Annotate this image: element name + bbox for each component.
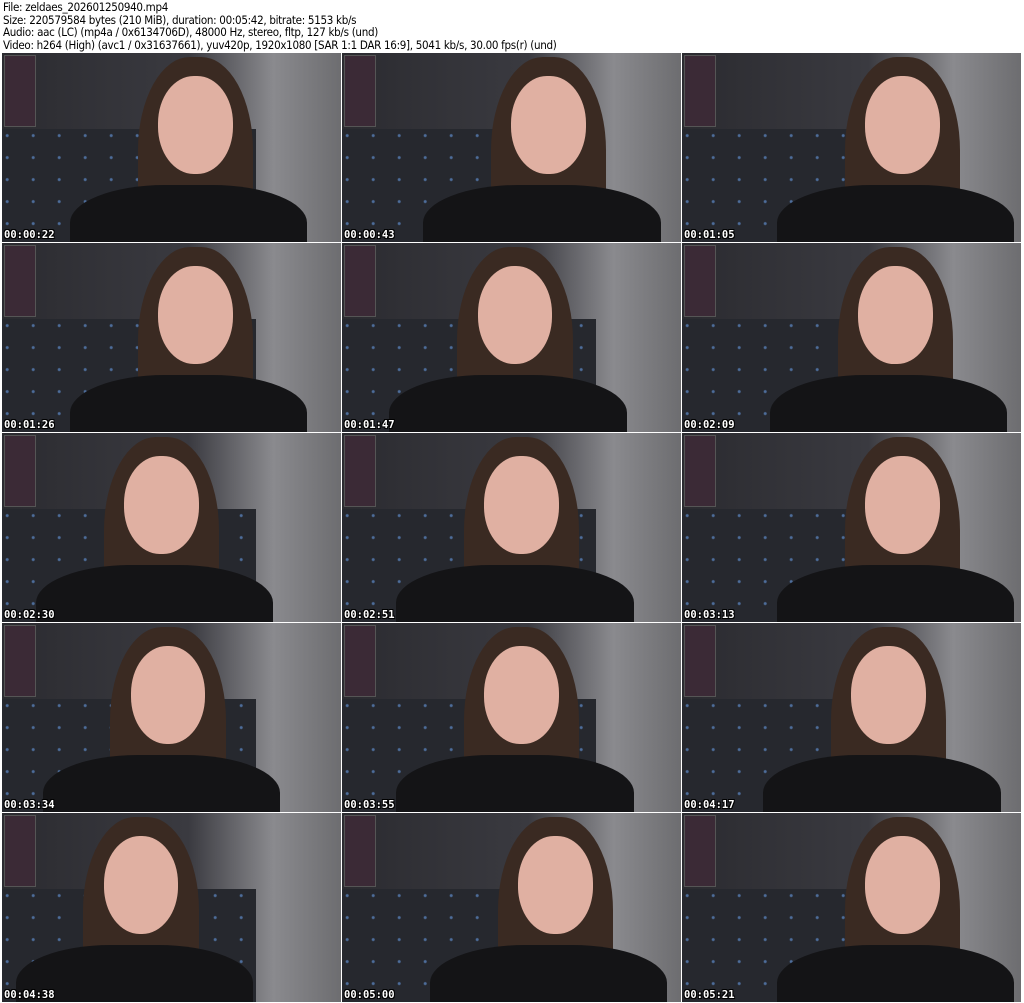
video-thumbnail: 00:03:13 xyxy=(682,433,1021,622)
video-thumbnail: 00:00:22 xyxy=(2,53,341,242)
person-shirt xyxy=(69,375,308,432)
video-thumbnail: 00:03:34 xyxy=(2,623,341,812)
video-thumbnail: 00:05:00 xyxy=(342,813,681,1002)
person-face xyxy=(851,645,927,744)
file-name: File: zeldaes_202601250940.mp4 xyxy=(3,0,169,14)
person-face xyxy=(157,265,233,364)
person-shirt xyxy=(396,755,634,812)
person-shirt xyxy=(396,565,634,622)
person-face xyxy=(518,835,593,934)
overlay-panel xyxy=(344,245,376,317)
overlay-panel xyxy=(344,435,376,507)
person-face xyxy=(865,75,940,174)
person-shirt xyxy=(430,945,668,1002)
person-face xyxy=(130,645,206,744)
person-shirt xyxy=(69,185,308,242)
overlay-panel xyxy=(4,435,36,507)
timestamp: 00:02:30 xyxy=(4,609,55,621)
overlay-panel xyxy=(684,245,716,317)
file-info-header: File: zeldaes_202601250940.mp4 Size: 220… xyxy=(3,1,557,51)
timestamp: 00:05:21 xyxy=(684,989,735,1001)
timestamp: 00:02:09 xyxy=(684,419,735,431)
timestamp: 00:01:26 xyxy=(4,419,55,431)
timestamp: 00:03:34 xyxy=(4,799,55,811)
person-shirt xyxy=(389,375,627,432)
person-face xyxy=(124,455,199,554)
overlay-panel xyxy=(684,625,716,697)
person-shirt xyxy=(776,565,1015,622)
person-face xyxy=(865,455,940,554)
timestamp: 00:04:17 xyxy=(684,799,735,811)
video-info: Video: h264 (High) (avc1 / 0x31637661), … xyxy=(3,37,557,52)
video-thumbnail: 00:00:43 xyxy=(342,53,681,242)
overlay-panel xyxy=(344,55,376,127)
overlay-panel xyxy=(4,55,36,127)
person-shirt xyxy=(770,375,1008,432)
overlay-panel xyxy=(4,625,36,697)
video-thumbnail: 00:04:38 xyxy=(2,813,341,1002)
timestamp: 00:02:51 xyxy=(344,609,395,621)
person-face xyxy=(484,455,559,554)
overlay-panel xyxy=(344,625,376,697)
thumbnail-grid: 00:00:22 00:00:43 00:01:05 00:01:26 00:01:47… xyxy=(2,53,1021,1002)
video-thumbnail: 00:02:51 xyxy=(342,433,681,622)
person-shirt xyxy=(423,185,661,242)
person-shirt xyxy=(35,565,274,622)
timestamp: 00:01:47 xyxy=(344,419,395,431)
person-face xyxy=(858,265,933,364)
person-face xyxy=(865,835,940,934)
overlay-panel xyxy=(684,435,716,507)
person-face xyxy=(103,835,179,934)
overlay-panel xyxy=(4,815,36,887)
timestamp: 00:03:55 xyxy=(344,799,395,811)
timestamp: 00:05:00 xyxy=(344,989,395,1001)
person-shirt xyxy=(776,185,1015,242)
person-shirt xyxy=(776,945,1015,1002)
video-thumbnail: 00:04:17 xyxy=(682,623,1021,812)
person-face xyxy=(477,265,553,364)
overlay-panel xyxy=(684,55,716,127)
video-thumbnail: 00:01:05 xyxy=(682,53,1021,242)
video-thumbnail: 00:02:09 xyxy=(682,243,1021,432)
timestamp: 00:01:05 xyxy=(684,229,735,241)
timestamp: 00:03:13 xyxy=(684,609,735,621)
video-thumbnail: 00:01:26 xyxy=(2,243,341,432)
video-thumbnail: 00:02:30 xyxy=(2,433,341,622)
audio-info: Audio: aac (LC) (mp4a / 0x6134706D), 480… xyxy=(3,25,378,39)
person-face xyxy=(484,645,559,744)
timestamp: 00:00:22 xyxy=(4,229,55,241)
video-thumbnail: 00:01:47 xyxy=(342,243,681,432)
overlay-panel xyxy=(684,815,716,887)
person-shirt xyxy=(42,755,280,812)
overlay-panel xyxy=(344,815,376,887)
person-face xyxy=(157,75,233,174)
video-thumbnail: 00:05:21 xyxy=(682,813,1021,1002)
person-face xyxy=(511,75,587,174)
timestamp: 00:04:38 xyxy=(4,989,55,1001)
overlay-panel xyxy=(4,245,36,317)
person-shirt xyxy=(763,755,1001,812)
timestamp: 00:00:43 xyxy=(344,229,395,241)
video-thumbnail: 00:03:55 xyxy=(342,623,681,812)
